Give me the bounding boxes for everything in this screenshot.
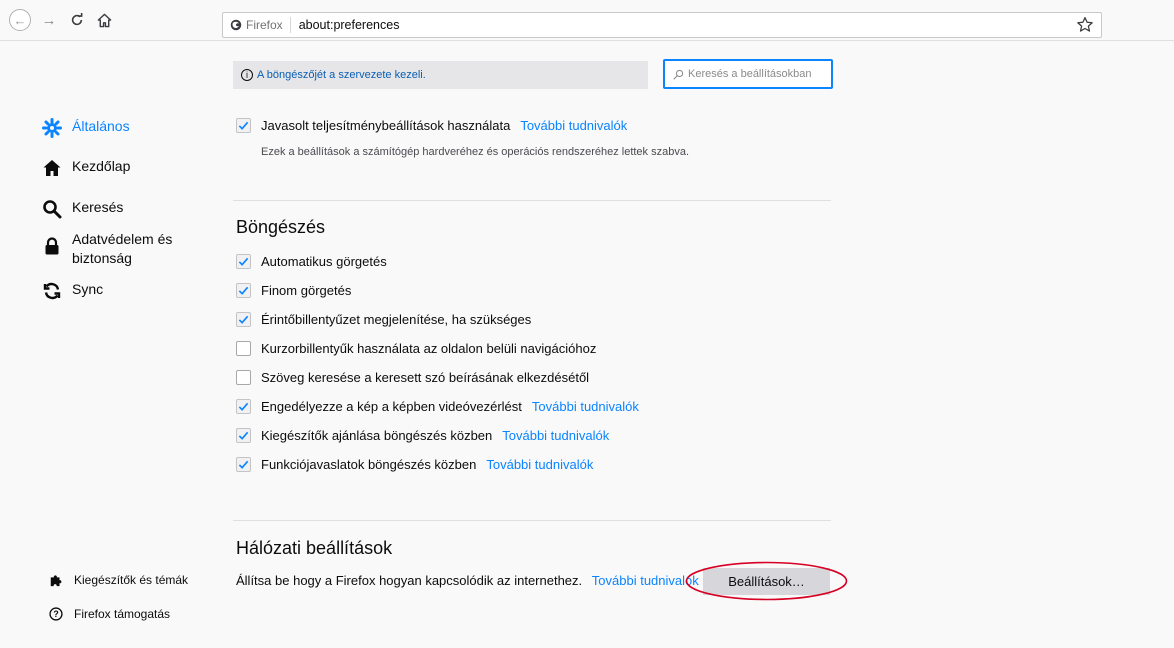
recommend-extensions-checkbox[interactable]	[236, 428, 251, 443]
sidebar-item-search[interactable]: Keresés	[42, 199, 123, 219]
back-button[interactable]: ←	[9, 9, 31, 31]
recommend-extensions-label[interactable]: Kiegészítők ajánlása böngészés közben	[261, 428, 492, 443]
browsing-option-row: Automatikus görgetés	[236, 254, 387, 269]
checkmark-icon	[238, 257, 249, 266]
browsing-option-row: Funkciójavaslatok böngészés közben Továb…	[236, 457, 593, 472]
gear-icon	[42, 118, 62, 138]
divider	[233, 200, 831, 201]
bookmark-star-icon[interactable]	[1076, 16, 1094, 34]
smooth-scroll-checkbox[interactable]	[236, 283, 251, 298]
caret-browsing-checkbox[interactable]	[236, 341, 251, 356]
checkmark-icon	[238, 431, 249, 440]
connection-settings-button[interactable]: Beállítások…	[703, 568, 830, 595]
forward-button[interactable]: →	[38, 9, 60, 31]
recommend-features-label[interactable]: Funkciójavaslatok böngészés közben	[261, 457, 476, 472]
policy-banner-text: A böngészőjét a szervezete kezeli.	[257, 69, 426, 81]
browsing-option-row: Szöveg keresése a keresett szó beírásána…	[236, 370, 589, 385]
sidebar-item-privacy[interactable]: Adatvédelem és biztonság	[42, 230, 172, 268]
checkmark-icon	[238, 121, 249, 130]
browsing-option-row: Engedélyezze a kép a képben videóvezérlé…	[236, 399, 639, 414]
sidebar-item-label: Kezdőlap	[72, 158, 131, 174]
preferences-search[interactable]	[663, 59, 833, 89]
lock-icon	[45, 237, 59, 255]
performance-checkbox[interactable]	[236, 118, 251, 133]
forward-arrow-icon: →	[41, 11, 57, 29]
performance-description: Ezek a beállítások a számítógép hardveré…	[261, 146, 690, 158]
checkmark-icon	[238, 402, 249, 411]
policy-banner[interactable]: i A böngészőjét a szervezete kezeli.	[233, 61, 648, 89]
help-icon: ?	[49, 607, 63, 621]
home-button[interactable]	[93, 9, 115, 31]
touch-keyboard-checkbox[interactable]	[236, 312, 251, 327]
puzzle-icon	[50, 575, 62, 587]
sidebar-footer-label: Kiegészítők és témák	[74, 573, 189, 587]
recommend-extensions-learn-more-link[interactable]: További tudnivalók	[502, 428, 609, 443]
caret-browsing-label[interactable]: Kurzorbillentyűk használata az oldalon b…	[261, 341, 596, 356]
find-as-you-type-label[interactable]: Szöveg keresése a keresett szó beírásána…	[261, 370, 589, 385]
search-input[interactable]	[688, 68, 828, 80]
recommend-features-learn-more-link[interactable]: További tudnivalók	[486, 457, 593, 472]
sidebar-item-label: Sync	[72, 281, 104, 297]
browsing-option-row: Érintőbillentyűzet megjelenítése, ha szü…	[236, 312, 531, 327]
sidebar-footer-label: Firefox támogatás	[74, 607, 171, 621]
pip-label[interactable]: Engedélyezze a kép a képben videóvezérlé…	[261, 399, 522, 414]
touch-keyboard-label[interactable]: Érintőbillentyűzet megjelenítése, ha szü…	[261, 312, 531, 327]
checkmark-icon	[238, 315, 249, 324]
sidebar-item-home[interactable]: Kezdőlap	[42, 158, 130, 178]
reload-icon	[71, 13, 83, 26]
sidebar-item-label: Keresés	[72, 199, 124, 215]
back-arrow-icon: ←	[13, 12, 27, 28]
browsing-section-title: Böngészés	[236, 217, 326, 237]
firefox-icon	[230, 19, 242, 31]
network-learn-more-link[interactable]: További tudnivalók	[592, 573, 699, 588]
info-icon: i	[241, 69, 253, 81]
browser-toolbar: ← → Firefox about:preferences	[0, 0, 1174, 41]
performance-learn-more-link[interactable]: További tudnivalók	[520, 118, 627, 133]
browsing-option-row: Kiegészítők ajánlása böngészés közben To…	[236, 428, 609, 443]
home-icon	[97, 13, 111, 27]
identity-box[interactable]: Firefox	[223, 17, 291, 33]
search-icon	[43, 200, 62, 219]
performance-label[interactable]: Javasolt teljesítménybeállítások használ…	[261, 118, 510, 133]
reload-button[interactable]	[66, 9, 88, 31]
sidebar-item-sync[interactable]: Sync	[42, 281, 103, 301]
pip-checkbox[interactable]	[236, 399, 251, 414]
sidebar-item-label: Általános	[72, 118, 130, 134]
autoscroll-checkbox[interactable]	[236, 254, 251, 269]
recommend-features-checkbox[interactable]	[236, 457, 251, 472]
svg-text:?: ?	[53, 609, 58, 619]
sync-icon	[43, 282, 61, 300]
identity-label: Firefox	[246, 18, 283, 32]
network-row: Állítsa be hogy a Firefox hogyan kapcsol…	[236, 573, 699, 588]
network-section-title: Hálózati beállítások	[236, 538, 393, 558]
home-icon	[43, 160, 61, 176]
pip-learn-more-link[interactable]: További tudnivalók	[532, 399, 639, 414]
smooth-scroll-label[interactable]: Finom görgetés	[261, 283, 351, 298]
browsing-option-row: Finom görgetés	[236, 283, 351, 298]
autoscroll-label[interactable]: Automatikus görgetés	[261, 254, 387, 269]
checkmark-icon	[238, 286, 249, 295]
url-text[interactable]: about:preferences	[291, 18, 400, 32]
network-description: Állítsa be hogy a Firefox hogyan kapcsol…	[236, 573, 583, 588]
sidebar-addons-link[interactable]: Kiegészítők és témák	[49, 573, 188, 587]
divider	[233, 520, 831, 521]
search-icon	[673, 69, 684, 80]
sidebar-support-link[interactable]: ? Firefox támogatás	[49, 607, 170, 621]
sidebar-item-general[interactable]: Általános	[42, 118, 130, 138]
sidebar-item-label: Adatvédelem és biztonság	[72, 231, 173, 266]
checkmark-icon	[238, 460, 249, 469]
browsing-option-row: Kurzorbillentyűk használata az oldalon b…	[236, 341, 596, 356]
url-bar[interactable]: Firefox about:preferences	[222, 12, 1102, 38]
find-as-you-type-checkbox[interactable]	[236, 370, 251, 385]
performance-row: Javasolt teljesítménybeállítások használ…	[236, 118, 627, 133]
